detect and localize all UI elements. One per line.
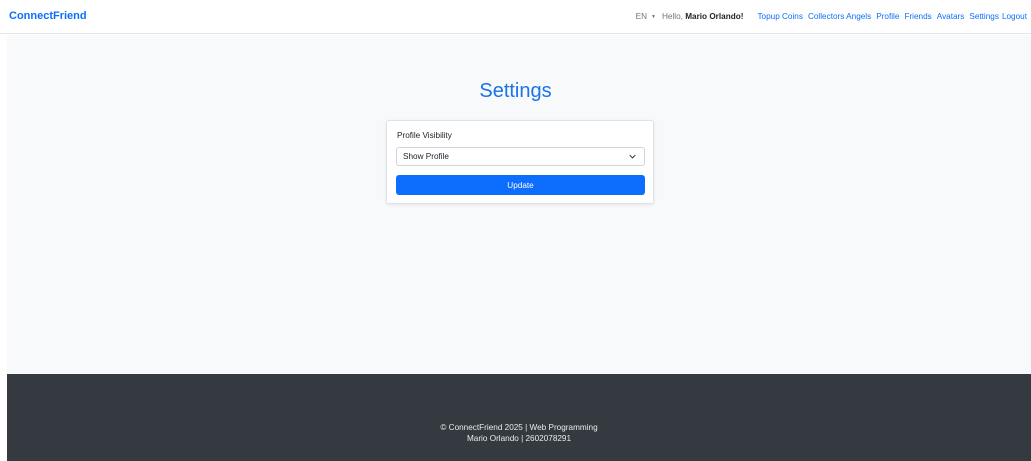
profile-visibility-select[interactable]: Show Profile	[396, 147, 645, 166]
profile-visibility-label: Profile Visibility	[397, 131, 452, 140]
selected-option: Show Profile	[403, 152, 449, 161]
footer-copyright: © ConnectFriend 2025 | Web Programming	[440, 423, 598, 432]
settings-card: Profile Visibility Show Profile Update	[386, 120, 654, 204]
nav-right: EN ▼ Hello, Mario Orlando! Topup Coins C…	[636, 12, 1027, 21]
top-navbar: ConnectFriend EN ▼ Hello, Mario Orlando!…	[0, 0, 1031, 34]
user-name: Mario Orlando!	[685, 12, 744, 21]
nav-link-profile[interactable]: Profile	[876, 12, 899, 21]
user-greeting: Hello, Mario Orlando!	[662, 12, 743, 21]
nav-link-friends[interactable]: Friends	[904, 12, 931, 21]
nav-link-topup-coins[interactable]: Topup Coins	[757, 12, 803, 21]
caret-down-icon: ▼	[651, 13, 656, 20]
footer-author: Mario Orlando | 2602078291	[466, 434, 572, 443]
nav-link-settings[interactable]: Settings	[969, 12, 999, 21]
page-title: Settings	[479, 80, 552, 102]
greeting-prefix: Hello,	[661, 12, 686, 21]
chevron-down-icon	[629, 154, 636, 159]
language-dropdown[interactable]: EN ▼	[636, 12, 656, 21]
nav-link-logout[interactable]: Logout	[1002, 12, 1027, 21]
nav-link-avatars[interactable]: Avatars	[937, 12, 965, 21]
update-button[interactable]: Update	[396, 175, 645, 195]
nav-link-collectors-angels[interactable]: Collectors Angels	[808, 12, 871, 21]
language-label: EN	[635, 12, 648, 21]
brand-logo-link[interactable]: ConnectFriend	[9, 10, 87, 22]
footer: © ConnectFriend 2025 | Web Programming M…	[7, 374, 1031, 461]
